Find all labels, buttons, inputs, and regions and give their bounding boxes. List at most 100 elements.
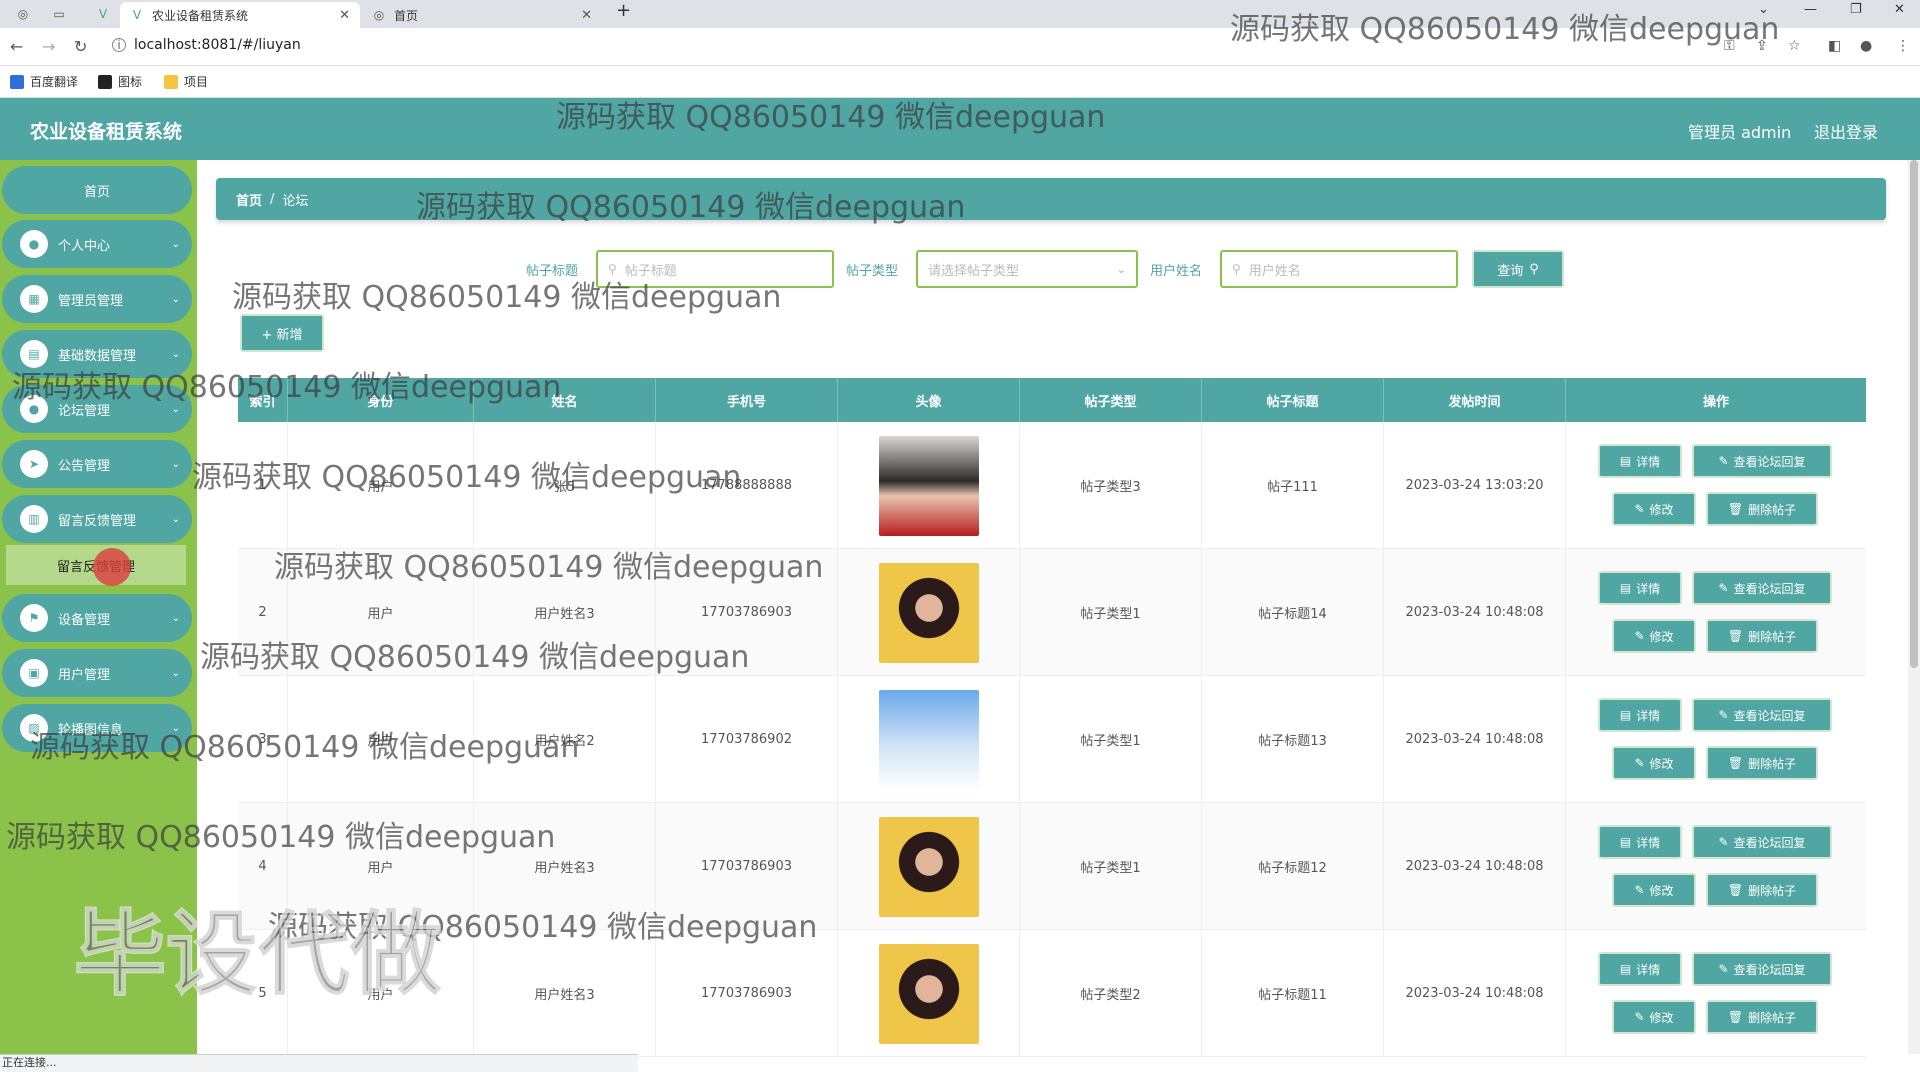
forward-icon[interactable]: → (42, 37, 55, 56)
close-icon[interactable]: ✕ (581, 8, 592, 23)
new-tab-icon[interactable]: + (616, 0, 631, 21)
doc-icon: ▤ (1619, 835, 1632, 849)
detail-button[interactable]: ▤ 详情 (1598, 952, 1682, 986)
sidebar-item-device[interactable]: ⚑ 设备管理 ⌄ (2, 594, 192, 642)
edit-icon: ✎ (1718, 708, 1729, 722)
view-replies-button[interactable]: ✎ 查看论坛回复 (1692, 571, 1832, 605)
globe-icon[interactable]: ◎ (14, 5, 32, 23)
cell-index: 1 (238, 422, 288, 549)
cell-type: 帖子类型1 (1020, 803, 1202, 930)
edit-button[interactable]: ✎ 修改 (1612, 492, 1696, 526)
blank-tab-icon[interactable]: ▭ (50, 5, 68, 23)
star-icon[interactable]: ☆ (1788, 38, 1801, 54)
user-icon: ● (20, 395, 48, 423)
bookmark-item[interactable]: 项目 (164, 73, 208, 90)
close-window-icon[interactable]: ✕ (1894, 2, 1905, 17)
tab-title: 农业设备租赁系统 (152, 8, 249, 23)
view-replies-button[interactable]: ✎ 查看论坛回复 (1692, 952, 1832, 986)
chevron-down-icon: ⌄ (171, 348, 180, 360)
flag-icon: ⚑ (20, 604, 48, 632)
delete-button[interactable]: 🗑 删除帖子 (1706, 873, 1818, 907)
folder-icon (164, 74, 178, 89)
tab-title: 首页 (394, 8, 419, 23)
trash-icon: 🗑 (1727, 883, 1744, 897)
globe-icon: ◎ (373, 8, 385, 22)
chevron-down-icon[interactable]: ⌄ (1758, 2, 1769, 17)
delete-button[interactable]: 🗑 删除帖子 (1706, 746, 1818, 780)
url-field[interactable]: i localhost:8081/#/liuyan (112, 37, 301, 53)
delete-button[interactable]: 🗑 删除帖子 (1706, 492, 1818, 526)
sidebar-item-home[interactable]: 首页 (2, 166, 192, 214)
cell-name: 用户姓名2 (474, 676, 656, 803)
sidebar-item-feedback[interactable]: ▥ 留言反馈管理 ⌄ (2, 495, 192, 543)
tab-current[interactable]: V 农业设备租赁系统 ✕ (120, 2, 360, 28)
delete-button[interactable]: 🗑 删除帖子 (1706, 1000, 1818, 1034)
back-icon[interactable]: ← (10, 37, 23, 56)
trash-icon: 🗑 (1727, 756, 1744, 770)
menu-icon[interactable]: ⋮ (1896, 38, 1910, 54)
avatar[interactable] (878, 689, 979, 790)
minimize-icon[interactable]: — (1804, 2, 1817, 17)
view-replies-button[interactable]: ✎ 查看论坛回复 (1692, 444, 1832, 478)
share-icon[interactable]: ⇪ (1756, 38, 1768, 54)
profile-icon[interactable]: ● (1860, 38, 1872, 54)
sidebar-item-forum[interactable]: ● 论坛管理 ⌄ (2, 385, 192, 433)
bookmark-item[interactable]: 图标 (98, 73, 142, 90)
edit-icon: ✎ (1718, 581, 1729, 595)
edit-button[interactable]: ✎ 修改 (1612, 746, 1696, 780)
name-search-input[interactable]: ⚲ 用户姓名 (1220, 250, 1458, 288)
forum-table: 索引 身份 姓名 手机号 头像 帖子类型 帖子标题 发帖时间 操作 1 用户 张5 1… (238, 378, 1866, 1057)
cell-name: 用户姓名3 (474, 803, 656, 930)
view-replies-button[interactable]: ✎ 查看论坛回复 (1692, 698, 1832, 732)
avatar[interactable] (878, 435, 979, 536)
edit-button[interactable]: ✎ 修改 (1612, 619, 1696, 653)
close-icon[interactable]: ✕ (339, 8, 350, 23)
key-icon[interactable]: ⚿ (1724, 38, 1735, 54)
detail-button[interactable]: ▤ 详情 (1598, 825, 1682, 859)
tab-home[interactable]: ◎ 首页 ✕ (362, 2, 602, 28)
cell-title: 帖子标题12 (1202, 803, 1384, 930)
scrollbar-thumb[interactable] (1910, 160, 1918, 668)
bookmark-item[interactable]: 百度翻译 (10, 73, 78, 90)
sidebar-item-basedata[interactable]: ▤ 基础数据管理 ⌄ (2, 330, 192, 378)
trash-icon: 🗑 (1727, 1010, 1744, 1024)
type-select[interactable]: 请选择帖子类型 ⌄ (916, 250, 1138, 288)
breadcrumb-home[interactable]: 首页 (236, 190, 262, 209)
sidebar-item-carousel[interactable]: ▨ 轮播图信息 ⌄ (2, 704, 192, 752)
cell-actions: ▤ 详情 ✎ 查看论坛回复 ✎ 修改 🗑 删除帖子 (1566, 930, 1866, 1057)
cell-time: 2023-03-24 10:48:08 (1384, 803, 1566, 930)
avatar[interactable] (878, 943, 979, 1044)
cell-phone: 17703786903 (656, 549, 838, 676)
sidebar-item-profile[interactable]: ● 个人中心 ⌄ (2, 220, 192, 268)
sidebar-item-users[interactable]: ▣ 用户管理 ⌄ (2, 649, 192, 697)
detail-button[interactable]: ▤ 详情 (1598, 571, 1682, 605)
avatar[interactable] (878, 562, 979, 663)
query-button[interactable]: 查询 ⚲ (1472, 250, 1564, 288)
reload-icon[interactable]: ↻ (74, 37, 87, 56)
sidebar-item-admin[interactable]: ▦ 管理员管理 ⌄ (2, 275, 192, 323)
vue-icon[interactable]: V (94, 5, 112, 23)
edit-button[interactable]: ✎ 修改 (1612, 1000, 1696, 1034)
cell-name: 张5 (474, 422, 656, 549)
title-search-input[interactable]: ⚲ 帖子标题 (596, 250, 834, 288)
logout-link[interactable]: 退出登录 (1814, 119, 1878, 143)
status-bar: 正在连接... (0, 1054, 638, 1072)
edit-button[interactable]: ✎ 修改 (1612, 873, 1696, 907)
delete-button[interactable]: 🗑 删除帖子 (1706, 619, 1818, 653)
detail-button[interactable]: ▤ 详情 (1598, 698, 1682, 732)
restore-icon[interactable]: ❐ (1850, 2, 1862, 17)
cell-type: 帖子类型2 (1020, 930, 1202, 1057)
detail-button[interactable]: ▤ 详情 (1598, 444, 1682, 478)
search-icon: ⚲ (1529, 261, 1539, 277)
view-replies-button[interactable]: ✎ 查看论坛回复 (1692, 825, 1832, 859)
edit-icon: ✎ (1634, 502, 1645, 516)
trash-icon: 🗑 (1727, 629, 1744, 643)
avatar[interactable] (878, 816, 979, 917)
cell-index: 3 (238, 676, 288, 803)
sidebar-item-notice[interactable]: ➤ 公告管理 ⌄ (2, 440, 192, 488)
add-button[interactable]: + 新增 (240, 314, 324, 352)
user-icon: ● (20, 230, 48, 258)
vertical-scrollbar[interactable] (1908, 160, 1920, 1054)
current-user: 管理员 admin (1688, 123, 1792, 142)
sidepanel-icon[interactable]: ◧ (1828, 38, 1841, 54)
